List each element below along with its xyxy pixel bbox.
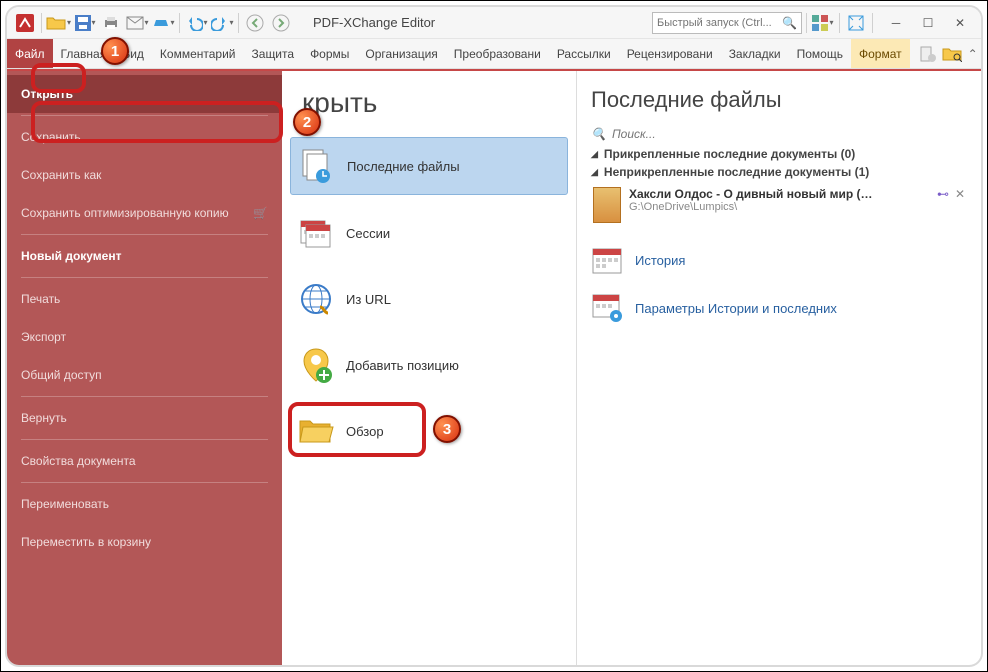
find-folder-icon[interactable] — [942, 46, 962, 62]
remove-icon[interactable]: ✕ — [955, 187, 965, 201]
menu-trash[interactable]: Переместить в корзину — [7, 523, 282, 561]
option-recent-files[interactable]: Последние файлы — [290, 137, 568, 195]
section-pinned[interactable]: ◢Прикрепленные последние документы (0) — [591, 147, 967, 161]
menu-share[interactable]: Общий доступ — [7, 356, 282, 394]
menu-revert[interactable]: Вернуть — [7, 399, 282, 437]
app-title: PDF-XChange Editor — [313, 15, 435, 30]
save-icon[interactable]: ▾ — [73, 11, 97, 35]
option-from-url[interactable]: Из URL — [290, 271, 568, 327]
menu-open[interactable]: Открыть — [7, 75, 282, 113]
minimize-button[interactable]: ─ — [881, 11, 911, 35]
calendar-gear-icon — [591, 293, 625, 323]
ribbon-tabs: Файл Главная Вид Комментарий Защита Форм… — [7, 39, 981, 69]
maximize-button[interactable]: ☐ — [913, 11, 943, 35]
search-icon[interactable]: 🔍 — [782, 16, 797, 30]
app-logo-icon — [13, 11, 37, 35]
badge-2: 2 — [293, 108, 321, 136]
doc-props-icon[interactable] — [918, 45, 936, 63]
recent-title: Последние файлы — [591, 87, 967, 113]
title-bar: ▾ ▾ ▾ ▾ ▾ ▾ PDF-XChange Editor � — [7, 7, 981, 39]
globe-icon — [298, 281, 334, 317]
option-add-location[interactable]: Добавить позицию — [290, 337, 568, 393]
menu-save-as[interactable]: Сохранить как — [7, 156, 282, 194]
panel-title: крыть — [302, 87, 568, 119]
search-icon: 🔍 — [591, 127, 606, 141]
fullscreen-icon[interactable] — [844, 11, 868, 35]
badge-3: 3 — [433, 415, 461, 443]
option-sessions[interactable]: Сессии — [290, 205, 568, 261]
print-icon[interactable] — [99, 11, 123, 35]
ui-options-icon[interactable]: ▾ — [811, 11, 835, 35]
sessions-icon — [298, 215, 334, 251]
tab-organize[interactable]: Организация — [357, 39, 445, 68]
menu-props[interactable]: Свойства документа — [7, 442, 282, 480]
recent-files-panel: Последние файлы 🔍 ◢Прикрепленные последн… — [577, 71, 981, 665]
menu-rename[interactable]: Переименовать — [7, 485, 282, 523]
history-link[interactable]: История — [591, 245, 967, 275]
pin-icon[interactable]: ⊷ — [937, 187, 949, 201]
file-name: Хаксли Олдос - О дивный новый мир (Экскл… — [629, 187, 879, 201]
tab-help[interactable]: Помощь — [789, 39, 851, 68]
tab-protect[interactable]: Защита — [244, 39, 303, 68]
tab-format[interactable]: Формат — [851, 39, 910, 68]
tab-mail[interactable]: Рассылки — [549, 39, 619, 68]
tab-comment[interactable]: Комментарий — [152, 39, 244, 68]
badge-1: 1 — [101, 37, 129, 65]
folder-open-icon — [298, 413, 334, 449]
tab-bookmarks[interactable]: Закладки — [721, 39, 789, 68]
file-menu-panel: Открыть Сохранить Сохранить как Сохранит… — [7, 71, 282, 665]
collapse-ribbon-icon[interactable]: ⌃ — [968, 47, 978, 61]
menu-save-optimized[interactable]: Сохранить оптимизированную копию🛒 — [7, 194, 282, 232]
add-location-icon — [298, 347, 334, 383]
tab-forms[interactable]: Формы — [302, 39, 357, 68]
recent-search[interactable]: 🔍 — [591, 127, 967, 141]
calendar-icon — [591, 245, 625, 275]
nav-back-icon[interactable] — [243, 11, 267, 35]
menu-save[interactable]: Сохранить — [7, 118, 282, 156]
close-button[interactable]: ✕ — [945, 11, 975, 35]
nav-forward-icon[interactable] — [269, 11, 293, 35]
tab-file[interactable]: Файл — [7, 39, 53, 68]
section-unpinned[interactable]: ◢Неприкрепленные последние документы (1) — [591, 165, 967, 179]
mail-icon[interactable]: ▾ — [125, 11, 149, 35]
scan-icon[interactable]: ▾ — [151, 11, 175, 35]
file-path: G:\OneDrive\Lumpics\ — [629, 201, 929, 213]
quick-launch-input[interactable]: 🔍 — [652, 12, 802, 34]
menu-print[interactable]: Печать — [7, 280, 282, 318]
recent-file-item[interactable]: Хаксли Олдос - О дивный новый мир (Экскл… — [591, 183, 967, 227]
menu-export[interactable]: Экспорт — [7, 318, 282, 356]
tab-convert[interactable]: Преобразовани — [446, 39, 549, 68]
tab-review[interactable]: Рецензировани — [619, 39, 721, 68]
history-params-link[interactable]: Параметры Истории и последних — [591, 293, 967, 323]
redo-icon[interactable]: ▾ — [210, 11, 234, 35]
open-folder-icon[interactable]: ▾ — [46, 11, 71, 35]
cart-icon: 🛒 — [253, 206, 268, 220]
option-browse[interactable]: Обзор — [290, 403, 568, 459]
undo-icon[interactable]: ▾ — [184, 11, 208, 35]
file-thumb-icon — [593, 187, 621, 223]
open-options-panel: крыть Последние файлы Сессии Из URL Доба… — [282, 71, 577, 665]
recent-docs-icon — [299, 148, 335, 184]
menu-new-doc[interactable]: Новый документ — [7, 237, 282, 275]
